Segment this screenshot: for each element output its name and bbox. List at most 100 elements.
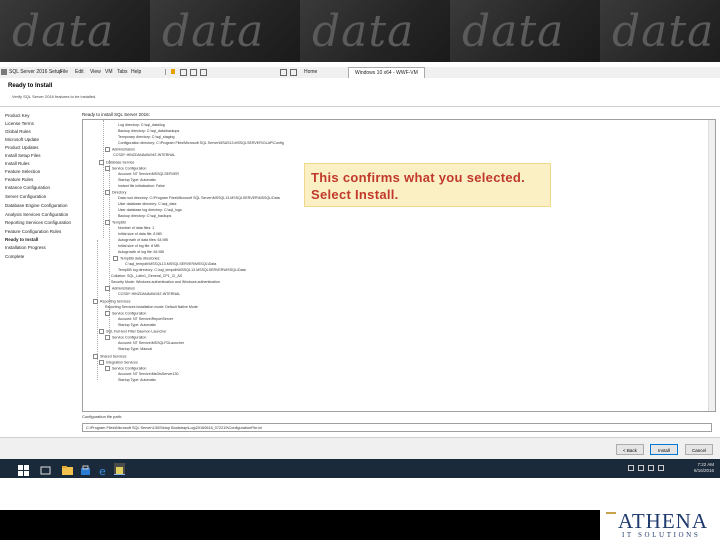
callout-line-2: Select Install. bbox=[311, 187, 399, 202]
nav-item[interactable]: Analysis Services Configuration bbox=[5, 212, 68, 217]
start-icon[interactable] bbox=[18, 463, 29, 476]
tree-node[interactable]: Database Service bbox=[99, 160, 134, 165]
summary-title: Ready to install SQL Server 2016: bbox=[82, 112, 150, 117]
tree-line: CCSD\*.HINZDANAAW.MZ.INTERNAL bbox=[118, 292, 181, 296]
tree-node[interactable]: Integration Services bbox=[99, 360, 138, 365]
menu-item-tabs[interactable]: Tabs bbox=[117, 69, 128, 75]
manage-icon[interactable] bbox=[200, 69, 207, 76]
nav-item[interactable]: Feature Selection bbox=[5, 169, 40, 174]
config-path-field[interactable]: C:\Program Files\Microsoft SQL Server\13… bbox=[82, 423, 712, 432]
setup-steps-nav: Product Key License Terms Global Rules M… bbox=[0, 107, 78, 413]
tree-line: Autogrowth of data files: 64 MB bbox=[118, 238, 168, 242]
pause-icon[interactable] bbox=[171, 69, 175, 74]
watermark-text: data bbox=[162, 6, 265, 57]
toolbar-divider bbox=[165, 69, 166, 75]
menu-item-vm[interactable]: VM bbox=[105, 69, 113, 75]
tree-line: Temporary directory: C:\sql_staging bbox=[118, 135, 175, 139]
menu-item-edit[interactable]: Edit bbox=[75, 69, 84, 75]
tree-node[interactable]: Administrators bbox=[105, 147, 135, 152]
tree-line: Number of data files: 1 bbox=[118, 226, 155, 230]
nav-item[interactable]: Feature Rules bbox=[5, 177, 33, 182]
nav-item[interactable]: Database Engine Configuration bbox=[5, 203, 68, 208]
tree-line: Collation: SQL_Latin1_General_CP1_CI_AS bbox=[111, 274, 183, 278]
tree-node[interactable]: Administrators bbox=[105, 286, 135, 291]
nav-item[interactable]: Feature Configuration Rules bbox=[5, 229, 61, 234]
tree-node[interactable]: Service Configuration bbox=[105, 311, 146, 316]
unity-icon[interactable] bbox=[290, 69, 297, 76]
tree-node[interactable]: Service Configuration bbox=[105, 335, 146, 340]
nav-item[interactable]: Microsoft Update bbox=[5, 137, 39, 142]
header-banner: data data data data data bbox=[0, 0, 720, 62]
back-button[interactable]: < Back bbox=[616, 444, 644, 455]
menu-item-help[interactable]: Help bbox=[131, 69, 141, 75]
revert-icon[interactable] bbox=[190, 69, 197, 76]
nav-item[interactable]: License Terms bbox=[5, 121, 34, 126]
nav-item[interactable]: Product Updates bbox=[5, 145, 39, 150]
nav-item[interactable]: Instance Configuration bbox=[5, 185, 50, 190]
tree-line: User database log directory: C:\sql_logs bbox=[118, 208, 182, 212]
taskbar-clock[interactable]: 7:22 AM 6/16/2016 bbox=[694, 462, 714, 474]
tree-node[interactable]: Reporting Services bbox=[93, 299, 130, 304]
menu-item-view[interactable]: View bbox=[90, 69, 101, 75]
tree-node[interactable]: Service Configuration bbox=[105, 366, 146, 371]
snapshot-icon[interactable] bbox=[180, 69, 187, 76]
nav-item[interactable]: Installation Progress bbox=[5, 245, 46, 250]
tree-line: Backup directory: C:\sql_data\backups bbox=[118, 129, 180, 133]
tree-node[interactable]: Directory bbox=[105, 190, 126, 195]
tree-line: Startup Type: Manual bbox=[118, 347, 153, 351]
edge-browser-icon[interactable]: e bbox=[98, 463, 109, 478]
tree-line: Account: NT Service\MsDtsServer130 bbox=[118, 372, 179, 376]
nav-item[interactable]: Product Key bbox=[5, 113, 30, 118]
nav-item[interactable]: Reporting Services Configuration bbox=[5, 220, 71, 225]
dialog-header: Ready to Install Verify SQL Server 2016 … bbox=[0, 78, 720, 107]
tree-line: Startup Type: Automatic bbox=[118, 378, 157, 382]
tree-line: Account: NT Service\MSSQLFDLauncher bbox=[118, 341, 185, 345]
tree-line: Reporting Services installation mode: De… bbox=[105, 305, 198, 309]
store-icon[interactable] bbox=[80, 463, 91, 475]
watermark-tile: data bbox=[600, 0, 720, 62]
tree-line: Backup directory: C:\sql_backups bbox=[118, 214, 172, 218]
nav-item-current[interactable]: Ready to Install bbox=[5, 237, 38, 242]
install-button[interactable]: Install bbox=[650, 444, 678, 455]
tree-line: Security Mode: Windows authentication an… bbox=[111, 280, 220, 284]
task-view-icon[interactable] bbox=[40, 463, 51, 475]
logo-accent bbox=[606, 512, 616, 514]
window-title: SQL Server 2016 Setup bbox=[9, 69, 62, 75]
nav-item[interactable]: Global Rules bbox=[5, 129, 31, 134]
tree-node[interactable]: Service Configuration bbox=[105, 166, 146, 171]
cancel-button[interactable]: Cancel bbox=[685, 444, 713, 455]
nav-item[interactable]: Install Setup Files bbox=[5, 153, 41, 158]
tree-line: CCSD\*.HINZDANAAW.MZ.INTERNAL bbox=[113, 153, 176, 157]
watermark-text: data bbox=[612, 6, 715, 57]
tree-line: Configuration directory: C:\Program File… bbox=[118, 141, 284, 145]
system-tray-icons[interactable] bbox=[628, 465, 668, 471]
tree-line: Initial size of data file: 8 MB bbox=[118, 232, 162, 236]
logo-tagline: IT SOLUTIONS bbox=[622, 531, 701, 539]
tree-node[interactable]: SQL Full-text Filter Daemon Launcher bbox=[99, 329, 166, 334]
nav-item[interactable]: Install Rules bbox=[5, 161, 30, 166]
tree-node[interactable]: TempDB data directories: bbox=[113, 256, 160, 261]
clock-date: 6/16/2016 bbox=[693, 468, 714, 473]
tree-line: User database directory: C:\sql_data bbox=[118, 202, 177, 206]
tree-node[interactable]: Shared Services bbox=[93, 354, 126, 359]
menu-item-file[interactable]: File bbox=[60, 69, 68, 75]
file-explorer-icon[interactable] bbox=[62, 463, 73, 475]
tree-line: TempDB log directory: C:\sql_tempdb\MSSQ… bbox=[118, 268, 246, 272]
nav-item[interactable]: Complete bbox=[5, 254, 24, 259]
tree-line: Autogrowth of log file: 64 MB bbox=[118, 250, 164, 254]
tree-line: Initial size of log file: 8 MB bbox=[118, 244, 160, 248]
tree-line: Log directory: C:\sql_data\log bbox=[118, 123, 165, 127]
watermark-text: data bbox=[462, 6, 565, 57]
instruction-callout: This confirms what you selected. Select … bbox=[304, 163, 551, 207]
tree-line: Account: NT Service\MSSQLSERVER bbox=[118, 172, 179, 176]
scrollbar[interactable] bbox=[708, 120, 715, 411]
tree-line: Instant file initialization: False bbox=[118, 184, 165, 188]
sql-setup-icon[interactable] bbox=[114, 463, 125, 475]
watermark-tile: data bbox=[0, 0, 150, 62]
tab-home[interactable]: Home bbox=[304, 69, 317, 75]
tree-line: Startup Type: Automatic bbox=[118, 323, 157, 327]
tree-node[interactable]: TempDB bbox=[105, 220, 126, 225]
fullscreen-icon[interactable] bbox=[280, 69, 287, 76]
tree-line: Startup Type: Automatic bbox=[118, 178, 157, 182]
nav-item[interactable]: Server Configuration bbox=[5, 194, 46, 199]
